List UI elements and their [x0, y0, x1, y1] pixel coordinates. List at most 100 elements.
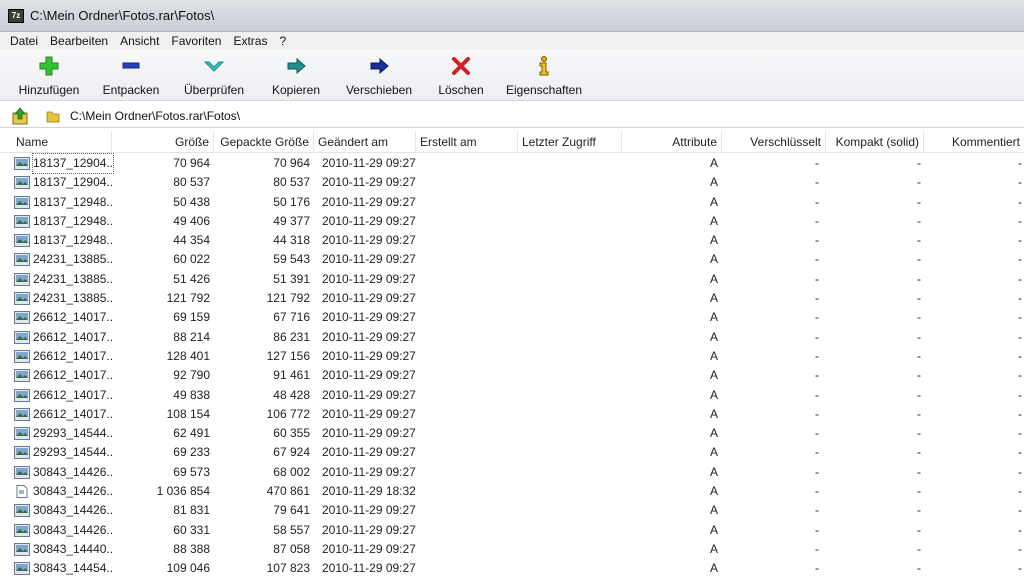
file-modified: 2010-11-29 09:27	[322, 503, 416, 518]
file-comment: -	[1018, 329, 1022, 344]
file-encrypted: -	[815, 291, 819, 306]
menu-bearbeiten[interactable]: Bearbeiten	[50, 34, 108, 48]
file-attributes: A	[709, 291, 718, 306]
file-size: 128 401	[166, 348, 210, 363]
file-row[interactable]: 18137_12904... 80 537 80 537 2010-11-29 09:…	[0, 173, 1024, 192]
list-header: Name Größe Gepackte Größe Geändert am Er…	[0, 131, 1024, 153]
file-packed-size: 60 355	[273, 426, 310, 441]
file-comment: -	[1018, 252, 1022, 267]
column-comment[interactable]: Kommentiert	[924, 131, 1024, 153]
file-size: 51 426	[173, 271, 210, 286]
toolbar: Hinzufügen Entpacken Überprüfen Kopieren…	[0, 49, 1024, 101]
app-icon: 7z	[8, 8, 24, 23]
file-row[interactable]: 30843_14426... 69 573 68 002 2010-11-29 09:…	[0, 463, 1024, 482]
file-solid: -	[917, 348, 921, 363]
file-attributes: A	[709, 406, 718, 421]
file-packed-size: 51 391	[273, 271, 310, 286]
file-row[interactable]: 18137_12948... 44 354 44 318 2010-11-29 09:…	[0, 231, 1024, 250]
address-path[interactable]: C:\Mein Ordner\Fotos.rar\Fotos\	[70, 109, 240, 123]
file-row[interactable]: 30843_14426... 81 831 79 641 2010-11-29 09:…	[0, 501, 1024, 520]
file-encrypted: -	[815, 194, 819, 209]
file-encrypted: -	[815, 271, 819, 286]
file-row[interactable]: 24231_13885... 60 022 59 543 2010-11-29 09:…	[0, 250, 1024, 269]
file-name: 24231_13885...	[33, 271, 113, 286]
column-attributes[interactable]: Attribute	[622, 131, 722, 153]
menu-datei[interactable]: Datei	[10, 34, 38, 48]
file-modified: 2010-11-29 09:27	[322, 445, 416, 460]
delete-x-icon	[450, 55, 472, 77]
file-packed-size: 80 537	[273, 175, 310, 190]
file-row[interactable]: 30843_14440... 88 388 87 058 2010-11-29 09:…	[0, 540, 1024, 559]
file-modified: 2010-11-29 09:27	[322, 387, 416, 402]
file-encrypted: -	[815, 541, 819, 556]
column-size[interactable]: Größe	[112, 131, 214, 153]
file-row[interactable]: 26612_14017... 92 790 91 461 2010-11-29 09:…	[0, 366, 1024, 385]
column-accessed[interactable]: Letzter Zugriff	[518, 131, 622, 153]
file-size: 69 159	[173, 310, 210, 325]
column-packed-size[interactable]: Gepackte Größe	[214, 131, 314, 153]
file-solid: -	[917, 426, 921, 441]
move-button[interactable]: Verschieben	[344, 55, 414, 99]
file-solid: -	[917, 213, 921, 228]
extract-button[interactable]: Entpacken	[100, 55, 162, 99]
column-encrypted[interactable]: Verschlüsselt	[722, 131, 826, 153]
file-attributes: A	[709, 445, 718, 460]
file-comment: -	[1018, 426, 1022, 441]
image-file-icon	[14, 562, 30, 576]
file-row[interactable]: 18137_12948... 50 438 50 176 2010-11-29 09:…	[0, 193, 1024, 212]
up-folder-button[interactable]	[10, 106, 30, 126]
delete-button[interactable]: Löschen	[436, 55, 486, 99]
file-row[interactable]: 24231_13885... 121 792 121 792 2010-11-29 0…	[0, 289, 1024, 308]
file-row[interactable]: 26612_14017... 108 154 106 772 2010-11-29 0…	[0, 405, 1024, 424]
column-created[interactable]: Erstellt am	[416, 131, 518, 153]
file-row[interactable]: 18137_12948... 49 406 49 377 2010-11-29 09:…	[0, 212, 1024, 231]
column-solid[interactable]: Kompakt (solid)	[826, 131, 924, 153]
file-row[interactable]: 30843_14454... 109 046 107 823 2010-11-29 0…	[0, 559, 1024, 576]
file-size: 69 233	[173, 445, 210, 460]
test-button[interactable]: Überprüfen	[182, 55, 246, 99]
file-attributes: A	[709, 310, 718, 325]
file-attributes: A	[709, 348, 718, 363]
folder-icon	[46, 111, 60, 122]
file-row[interactable]: 29293_14544... 62 491 60 355 2010-11-29 09:…	[0, 424, 1024, 443]
file-attributes: A	[709, 175, 718, 190]
menu-bar: Datei Bearbeiten Ansicht Favoriten Extra…	[0, 32, 1024, 49]
add-button[interactable]: Hinzufügen	[16, 55, 82, 99]
file-row[interactable]: 24231_13885... 51 426 51 391 2010-11-29 09:…	[0, 270, 1024, 289]
file-attributes: A	[709, 522, 718, 537]
file-size: 60 331	[173, 522, 210, 537]
file-packed-size: 44 318	[273, 233, 310, 248]
file-packed-size: 67 924	[273, 445, 310, 460]
file-size: 62 491	[173, 426, 210, 441]
file-size: 49 406	[173, 213, 210, 228]
file-row[interactable]: 30843_14426... 60 331 58 557 2010-11-29 09:…	[0, 521, 1024, 540]
file-packed-size: 107 823	[266, 561, 310, 576]
file-name: 26612_14017...	[33, 348, 113, 363]
file-row[interactable]: 30843_14426... 1 036 854 470 861 2010-11-29…	[0, 482, 1024, 501]
file-comment: -	[1018, 541, 1022, 556]
menu-ansicht[interactable]: Ansicht	[120, 34, 159, 48]
copy-button[interactable]: Kopieren	[268, 55, 324, 99]
file-comment: -	[1018, 291, 1022, 306]
file-row[interactable]: 18137_12904... 70 964 70 964 2010-11-29 09:…	[0, 153, 1024, 174]
properties-button[interactable]: Eigenschaften	[504, 55, 584, 99]
file-size: 44 354	[173, 233, 210, 248]
file-encrypted: -	[815, 426, 819, 441]
menu-help[interactable]: ?	[279, 34, 286, 48]
column-name[interactable]: Name	[12, 131, 112, 153]
file-name: 30843_14426...	[33, 503, 113, 518]
file-row[interactable]: 26612_14017... 88 214 86 231 2010-11-29 09:…	[0, 328, 1024, 347]
column-modified[interactable]: Geändert am	[314, 131, 416, 153]
file-encrypted: -	[815, 406, 819, 421]
file-comment: -	[1018, 503, 1022, 518]
file-row[interactable]: 29293_14544... 69 233 67 924 2010-11-29 09:…	[0, 443, 1024, 462]
file-row[interactable]: 26612_14017... 69 159 67 716 2010-11-29 09:…	[0, 308, 1024, 327]
file-name: 30843_14440...	[33, 541, 113, 556]
copy-label: Kopieren	[271, 83, 321, 97]
menu-extras[interactable]: Extras	[233, 34, 267, 48]
file-row[interactable]: 26612_14017... 49 838 48 428 2010-11-29 09:…	[0, 386, 1024, 405]
menu-favoriten[interactable]: Favoriten	[171, 34, 221, 48]
file-row[interactable]: 26612_14017... 128 401 127 156 2010-11-29 0…	[0, 347, 1024, 366]
file-encrypted: -	[815, 387, 819, 402]
file-encrypted: -	[815, 503, 819, 518]
